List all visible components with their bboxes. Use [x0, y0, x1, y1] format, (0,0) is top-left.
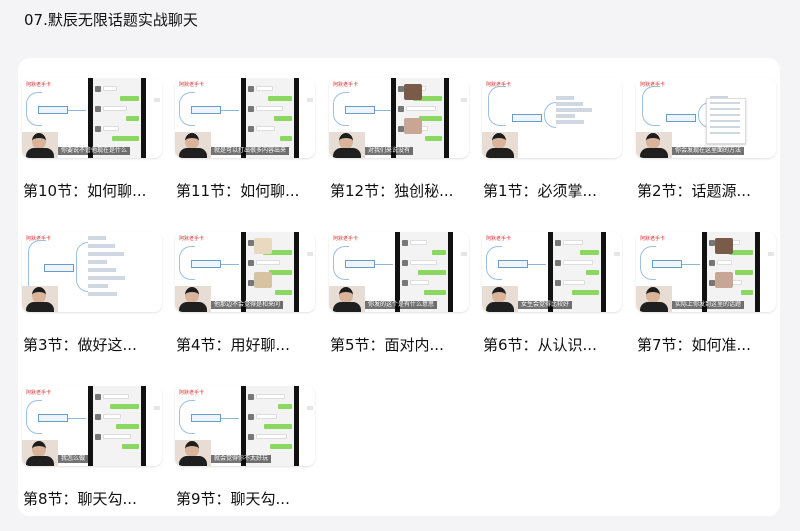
lesson-title[interactable]: 第4节：用好聊...: [176, 334, 290, 355]
phone-mockup: [241, 232, 299, 312]
thumbnail-logo: 阿默老手卡: [179, 82, 205, 88]
lesson-card[interactable]: 阿默老手卡实际上你发到这里的话题第7节：如何准...: [636, 232, 776, 354]
lesson-thumbnail[interactable]: 阿默老手卡我怎么做: [22, 386, 162, 466]
thumbnail-logo: 阿默老手卡: [333, 82, 359, 88]
video-subtitle: 你会发现在这里面的方法: [672, 147, 745, 155]
presenter-image: [22, 132, 58, 158]
lesson-title[interactable]: 第11节：如何聊...: [176, 180, 299, 201]
presenter-image: [175, 132, 211, 158]
page-title: 07.默辰无限话题实战聊天: [24, 11, 198, 29]
lesson-title[interactable]: 第2节：话题源...: [637, 180, 751, 201]
lesson-card[interactable]: 阿默老手卡他那边不会觉得是和来问第4节：用好聊...: [175, 232, 315, 354]
lesson-thumbnail[interactable]: 阿默老手卡你要说不管他现在是什么: [22, 78, 162, 158]
presenter-image: [175, 286, 211, 312]
video-subtitle: 他那边不会觉得是和来问: [211, 301, 284, 309]
phone-mockup: [241, 78, 299, 158]
video-subtitle: 就会觉得你不太好玩: [211, 455, 272, 463]
lesson-thumbnail[interactable]: 阿默老手卡对我们来说没有: [329, 78, 469, 158]
lesson-card[interactable]: 阿默老手卡你要说不管他现在是什么第10节：如何聊...: [22, 78, 162, 200]
phone-mockup: [548, 232, 606, 312]
lesson-thumbnail[interactable]: 阿默老手卡: [482, 78, 622, 158]
lesson-card[interactable]: 阿默老手卡就是可以打出很多内容出来第11节：如何聊...: [175, 78, 315, 200]
lesson-card[interactable]: 阿默老手卡第1节：必须掌...: [482, 78, 622, 200]
presenter-image: [482, 132, 518, 158]
lesson-card[interactable]: 阿默老手卡第3节：做好这...: [22, 232, 162, 354]
lesson-thumbnail[interactable]: 阿默老手卡你发的这个是有什么意思: [329, 232, 469, 312]
thumbnail-logo: 阿默老手卡: [333, 236, 359, 242]
lesson-thumbnail[interactable]: 阿默老手卡 你会发现在这里面的方法: [636, 78, 776, 158]
phone-mockup: [88, 78, 146, 158]
presenter-image: [175, 440, 211, 466]
presenter-image: [329, 286, 365, 312]
lesson-thumbnail[interactable]: 阿默老手卡就会觉得你不太好玩: [175, 386, 315, 466]
lesson-title[interactable]: 第3节：做好这...: [23, 334, 137, 355]
video-subtitle: 你要说不管他现在是什么: [58, 147, 131, 155]
lesson-title[interactable]: 第7节：如何准...: [637, 334, 751, 355]
lesson-title[interactable]: 第1节：必须掌...: [483, 180, 597, 201]
presenter-image: [329, 132, 365, 158]
thumbnail-logo: 阿默老手卡: [179, 236, 205, 242]
presenter-image: [636, 286, 672, 312]
lesson-title[interactable]: 第10节：如何聊...: [23, 180, 146, 201]
presenter-image: [22, 440, 58, 466]
lesson-thumbnail[interactable]: 阿默老手卡女生会觉得比较好: [482, 232, 622, 312]
video-subtitle: 你发的这个是有什么意思: [365, 301, 438, 309]
presenter-image: [636, 132, 672, 158]
phone-mockup: [88, 386, 146, 466]
lesson-card[interactable]: 阿默老手卡我怎么做第8节：聊天勾...: [22, 386, 162, 508]
presenter-image: [482, 286, 518, 312]
video-subtitle: 对我们来说没有: [365, 147, 414, 155]
thumbnail-logo: 阿默老手卡: [640, 236, 666, 242]
lesson-card[interactable]: 阿默老手卡对我们来说没有第12节：独创秘...: [329, 78, 469, 200]
video-subtitle: 实际上你发到这里的话题: [672, 301, 745, 309]
thumbnail-logo: 阿默老手卡: [26, 82, 52, 88]
presenter-image: [22, 286, 58, 312]
thumbnail-logo: 阿默老手卡: [179, 390, 205, 396]
lesson-thumbnail[interactable]: 阿默老手卡他那边不会觉得是和来问: [175, 232, 315, 312]
video-subtitle: 女生会觉得比较好: [518, 301, 573, 309]
lesson-title[interactable]: 第9节：聊天勾...: [176, 488, 290, 509]
phone-mockup: [395, 232, 453, 312]
lesson-panel: 阿默老手卡 你要说不管他现在是什么 第10节：如何聊... 阿默老手卡 就是可以打出很多…: [18, 58, 780, 516]
lesson-thumbnail[interactable]: 阿默老手卡实际上你发到这里的话题: [636, 232, 776, 312]
phone-mockup: [391, 78, 449, 158]
lesson-card[interactable]: 阿默老手卡女生会觉得比较好第6节：从认识...: [482, 232, 622, 354]
phone-mockup: [702, 232, 760, 312]
lesson-card[interactable]: 阿默老手卡 你会发现在这里面的方法第2节：话题源...: [636, 78, 776, 200]
lesson-title[interactable]: 第5节：面对内...: [330, 334, 444, 355]
lesson-title[interactable]: 第12节：独创秘...: [330, 180, 453, 201]
lesson-title[interactable]: 第6节：从认识...: [483, 334, 597, 355]
lesson-card[interactable]: 阿默老手卡就会觉得你不太好玩第9节：聊天勾...: [175, 386, 315, 508]
lesson-thumbnail[interactable]: 阿默老手卡: [22, 232, 162, 312]
thumbnail-logo: 阿默老手卡: [26, 390, 52, 396]
phone-mockup: [241, 386, 299, 466]
thumbnail-logo: 阿默老手卡: [486, 236, 512, 242]
video-subtitle: 就是可以打出很多内容出来: [211, 147, 290, 155]
video-subtitle: 我怎么做: [58, 455, 89, 463]
lesson-thumbnail[interactable]: 阿默老手卡就是可以打出很多内容出来: [175, 78, 315, 158]
lesson-card[interactable]: 阿默老手卡你发的这个是有什么意思第5节：面对内...: [329, 232, 469, 354]
lesson-title[interactable]: 第8节：聊天勾...: [23, 488, 137, 509]
